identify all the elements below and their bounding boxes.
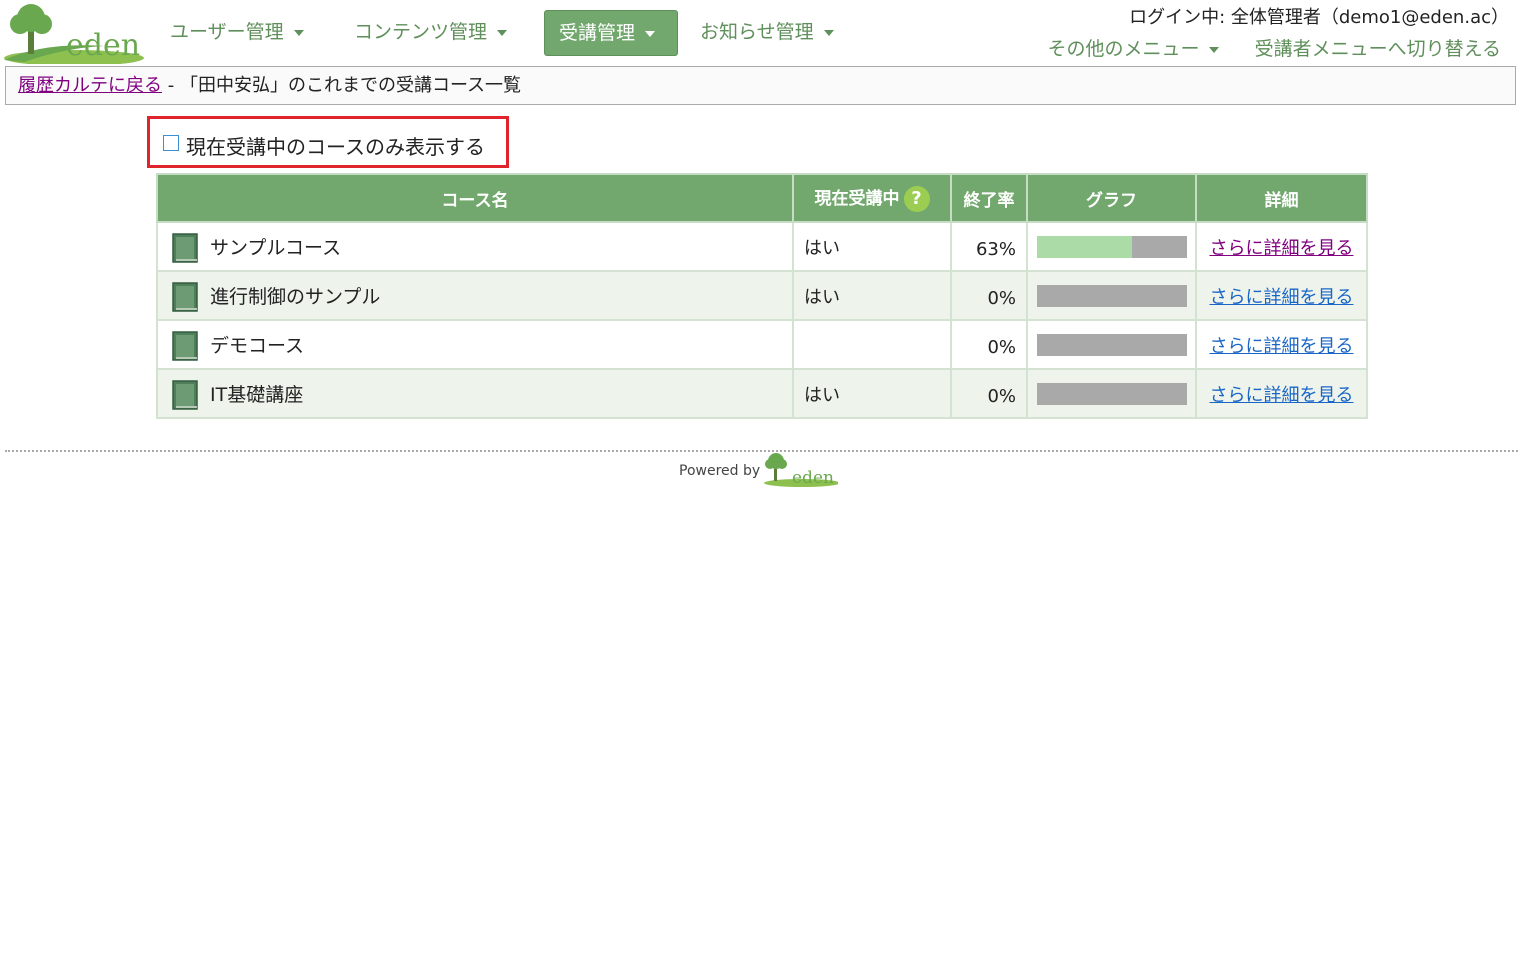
logo-text: eden — [66, 28, 141, 63]
view-details-link[interactable]: さらに詳細を見る — [1210, 336, 1354, 357]
course-name: IT基礎講座 — [210, 384, 304, 406]
sub-nav: その他のメニュー 受講者メニューへ切り替える — [1017, 34, 1501, 61]
caret-down-icon — [293, 29, 304, 36]
other-menu-label: その他のメニュー — [1047, 38, 1200, 60]
detail-cell: さらに詳細を見る — [1195, 319, 1368, 370]
column-header-course: コース名 — [156, 173, 794, 223]
progress-fill — [1037, 235, 1132, 258]
current-only-filter: 現在受講中のコースのみ表示する — [147, 116, 509, 168]
course-name-cell: サンプルコース — [156, 221, 794, 272]
course-history-table: コース名 現在受講中? 終了率 グラフ 詳細 サンプルコース はい 63% さら… — [156, 173, 1368, 419]
book-icon — [172, 233, 198, 263]
eden-logo[interactable]: eden — [4, 2, 144, 66]
header: eden ユーザー管理 コンテンツ管理 受講管理 お知らせ管理 ログイン中: 全… — [0, 0, 1523, 66]
table-row: 進行制御のサンプル はい 0% さらに詳細を見る — [156, 270, 1368, 321]
nav-label: コンテンツ管理 — [354, 21, 488, 43]
course-name-cell: IT基礎講座 — [156, 368, 794, 419]
rate-cell: 0% — [950, 368, 1028, 419]
caret-down-icon — [497, 29, 508, 36]
course-name-cell: 進行制御のサンプル — [156, 270, 794, 321]
detail-cell: さらに詳細を見る — [1195, 270, 1368, 321]
current-cell: はい — [792, 221, 952, 272]
graph-cell — [1026, 270, 1197, 321]
current-cell — [792, 319, 952, 370]
back-to-history-link[interactable]: 履歴カルテに戻る — [18, 75, 162, 96]
nav-content-management[interactable]: コンテンツ管理 — [354, 10, 508, 56]
rate-cell: 63% — [950, 221, 1028, 272]
graph-cell — [1026, 319, 1197, 370]
view-details-link[interactable]: さらに詳細を見る — [1210, 385, 1354, 406]
current-only-label[interactable]: 現在受講中のコースのみ表示する — [186, 131, 485, 160]
book-icon — [172, 331, 198, 361]
table-row: デモコース 0% さらに詳細を見る — [156, 319, 1368, 370]
nav-label: 受講管理 — [559, 22, 636, 44]
current-only-checkbox[interactable] — [163, 135, 179, 151]
column-header-detail: 詳細 — [1195, 173, 1368, 223]
table-row: サンプルコース はい 63% さらに詳細を見る — [156, 221, 1368, 272]
nav-label: ユーザー管理 — [170, 21, 284, 43]
column-header-graph: グラフ — [1026, 173, 1197, 223]
breadcrumb-separator: - — [162, 75, 180, 96]
column-header-rate: 終了率 — [950, 173, 1028, 223]
book-icon — [172, 282, 198, 312]
progress-bar — [1037, 235, 1187, 258]
book-icon — [172, 380, 198, 410]
graph-cell — [1026, 221, 1197, 272]
caret-down-icon — [1209, 46, 1220, 53]
progress-bar — [1037, 284, 1187, 307]
login-info: ログイン中: 全体管理者（demo1@eden.ac） — [1129, 7, 1509, 28]
current-cell: はい — [792, 368, 952, 419]
course-name-cell: デモコース — [156, 319, 794, 370]
progress-bar — [1037, 333, 1187, 356]
current-cell: はい — [792, 270, 952, 321]
graph-cell — [1026, 368, 1197, 419]
nav-user-management[interactable]: ユーザー管理 — [170, 10, 304, 56]
view-details-link[interactable]: さらに詳細を見る — [1210, 238, 1354, 259]
help-icon[interactable]: ? — [903, 186, 930, 212]
course-name: デモコース — [210, 335, 305, 357]
breadcrumb: 履歴カルテに戻る - 「田中安弘」のこれまでの受講コース一覧 — [5, 66, 1516, 105]
column-header-current-label: 現在受講中 — [814, 189, 900, 209]
caret-down-icon — [823, 29, 834, 36]
course-name: 進行制御のサンプル — [210, 286, 381, 308]
rate-cell: 0% — [950, 270, 1028, 321]
view-details-link[interactable]: さらに詳細を見る — [1210, 287, 1354, 308]
nav-enrollment-management[interactable]: 受講管理 — [544, 10, 678, 56]
rate-cell: 0% — [950, 319, 1028, 370]
powered-by-text: Powered by — [679, 463, 761, 479]
detail-cell: さらに詳細を見る — [1195, 368, 1368, 419]
nav-notice-management[interactable]: お知らせ管理 — [700, 10, 834, 56]
nav-label: お知らせ管理 — [700, 21, 814, 43]
switch-to-learner-menu-link[interactable]: 受講者メニューへ切り替える — [1255, 34, 1501, 61]
footer-logo-text: eden — [792, 468, 834, 488]
other-menu-dropdown[interactable]: その他のメニュー — [1047, 34, 1220, 61]
page-title: 「田中安弘」のこれまでの受講コース一覧 — [179, 75, 522, 96]
column-header-current: 現在受講中? — [792, 173, 952, 223]
table-row: IT基礎講座 はい 0% さらに詳細を見る — [156, 368, 1368, 419]
detail-cell: さらに詳細を見る — [1195, 221, 1368, 272]
progress-bar — [1037, 382, 1187, 405]
course-name: サンプルコース — [210, 237, 342, 259]
caret-down-icon — [645, 30, 656, 37]
table-header-row: コース名 現在受講中? 終了率 グラフ 詳細 — [156, 173, 1368, 223]
